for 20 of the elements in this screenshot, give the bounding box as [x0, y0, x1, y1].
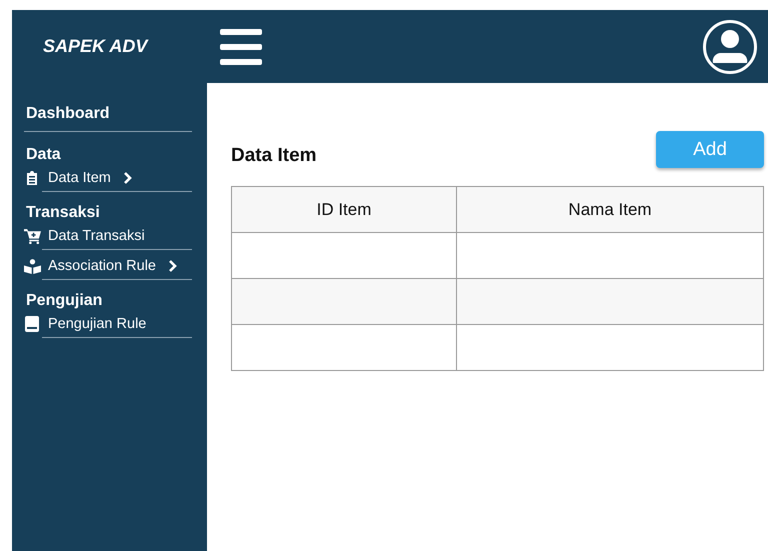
- section-heading[interactable]: Dashboard: [24, 105, 112, 123]
- clipboard-icon: [25, 171, 39, 185]
- reading-person-icon: [24, 258, 40, 274]
- section-heading: Pengujian: [25, 292, 104, 310]
- column-header: ID Item: [232, 186, 456, 232]
- sidebar-item[interactable]: Data Transaksi: [22, 228, 145, 244]
- chevron-icon: [122, 172, 132, 184]
- book-icon: [25, 316, 39, 332]
- user-avatar-icon[interactable]: [702, 18, 758, 74]
- section-heading: Transaksi: [25, 204, 101, 222]
- chevron-icon: [168, 260, 177, 272]
- column-header: Nama Item: [456, 186, 764, 232]
- sidebar-item[interactable]: Pengujian Rule: [22, 316, 146, 332]
- page-title: Data Item: [231, 144, 317, 166]
- section-heading: Data: [25, 146, 62, 164]
- cart-icon: [24, 228, 40, 244]
- sidebar-item[interactable]: Association Rule: [22, 258, 177, 274]
- menu-icon[interactable]: [220, 26, 262, 66]
- sidebar-item[interactable]: Data Item: [22, 170, 132, 186]
- brand-title: SAPEK ADV: [42, 36, 150, 57]
